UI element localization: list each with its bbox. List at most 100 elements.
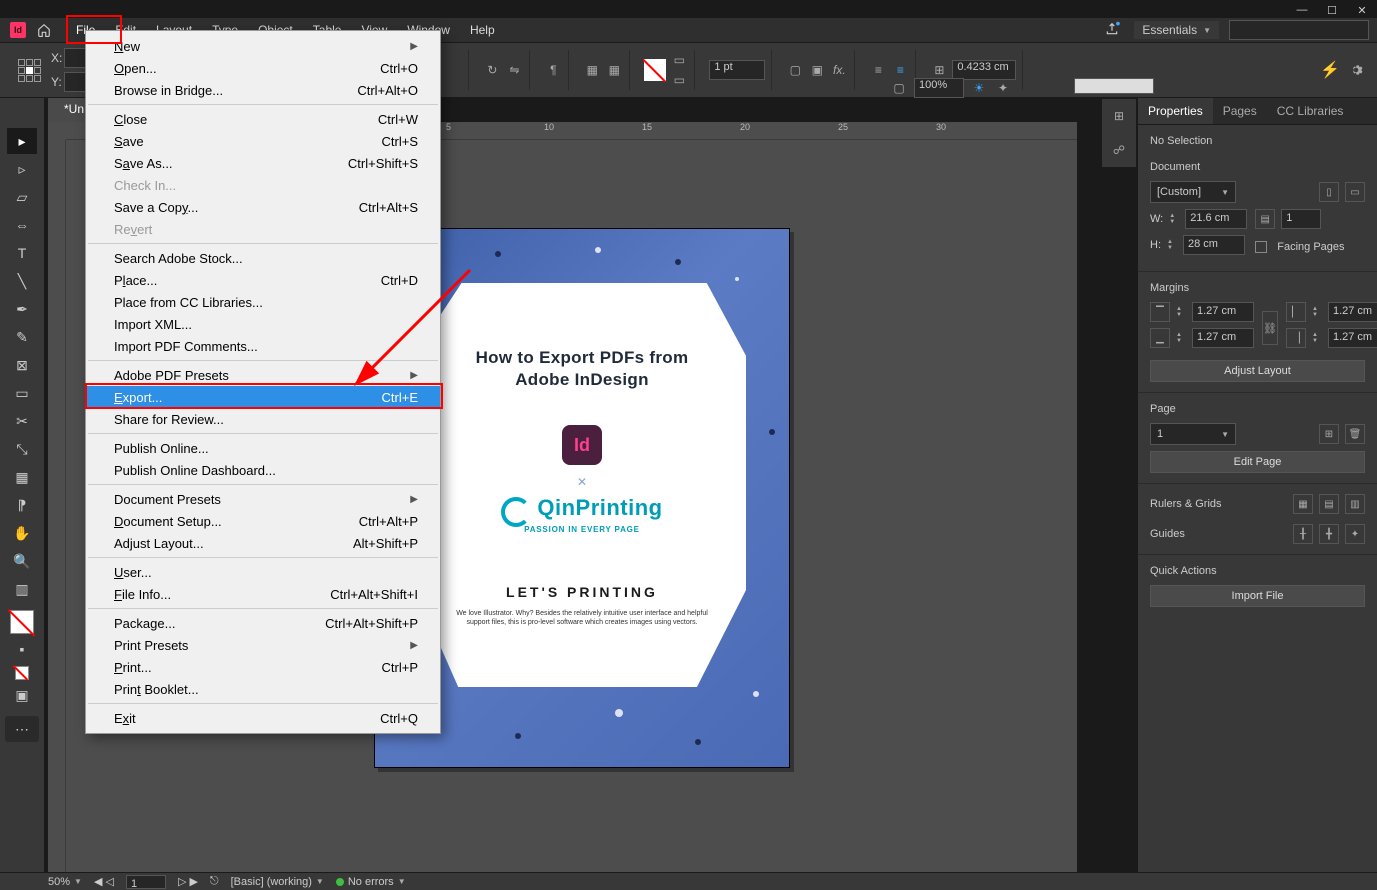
line-tool[interactable]: ╲ [7,268,37,294]
selection-tool[interactable]: ▸ [7,128,37,154]
window-maximize[interactable]: ☐ [1317,0,1347,20]
file-menu-export[interactable]: Export...Ctrl+E [86,386,440,408]
eyedropper-tool[interactable]: ⁋ [7,492,37,518]
pen-tool[interactable]: ✒ [7,296,37,322]
link-margins-icon[interactable]: ⛓ [1262,311,1278,345]
file-menu-print[interactable]: Print...Ctrl+P [86,656,440,678]
preset-dropdown[interactable]: [Custom]▼ [1150,181,1236,203]
links-icon[interactable]: ☍ [1110,141,1128,159]
share-icon[interactable]: • [1105,22,1124,39]
file-menu-save-a-copy[interactable]: Save a Copy...Ctrl+Alt+S [86,196,440,218]
file-menu-exit[interactable]: ExitCtrl+Q [86,707,440,729]
margin-right[interactable]: 1.27 cm [1328,328,1377,348]
guides-icon3[interactable]: ✦ [1345,524,1365,544]
flip-h-icon[interactable]: ⇋ [505,61,523,79]
view-mode[interactable]: ▣ [7,682,37,708]
file-menu-print-booklet[interactable]: Print Booklet... [86,678,440,700]
pages-input[interactable]: 1 [1281,209,1321,229]
rect-frame-tool[interactable]: ⊠ [7,352,37,378]
type-tool[interactable]: T [7,240,37,266]
file-menu-package[interactable]: Package...Ctrl+Alt+Shift+P [86,612,440,634]
file-menu-browse-in-bridge[interactable]: Browse in Bridge...Ctrl+Alt+O [86,79,440,101]
tab-cc-libraries[interactable]: CC Libraries [1267,98,1354,124]
stroke-weight-input[interactable]: 1 pt [709,60,765,80]
edit-tools[interactable]: ⋯ [5,716,39,742]
zoom-tool[interactable]: 🔍 [7,548,37,574]
margin-top[interactable]: 1.27 cm [1192,302,1254,322]
gear-icon[interactable] [1347,61,1365,79]
file-menu-import-pdf-comments[interactable]: Import PDF Comments... [86,335,440,357]
file-menu-document-presets[interactable]: Document Presets▶ [86,488,440,510]
file-menu-adjust-layout[interactable]: Adjust Layout...Alt+Shift+P [86,532,440,554]
scissors-tool[interactable]: ✂ [7,408,37,434]
facing-checkbox[interactable] [1255,241,1267,253]
home-icon[interactable] [34,20,54,40]
transform-tool[interactable]: ⤡ [7,436,37,462]
para-icon[interactable]: ¶ [544,61,562,79]
hand-tool[interactable]: ✋ [7,520,37,546]
apply-color[interactable]: ▪ [7,636,37,662]
guides-icon1[interactable]: ╂ [1293,524,1313,544]
orientation-landscape[interactable]: ▭ [1345,182,1365,202]
zoom-level[interactable]: 50% ▼ [48,876,82,888]
direct-select-tool[interactable]: ▹ [7,156,37,182]
tab-properties[interactable]: Properties [1138,98,1213,124]
fill-stroke-swatch[interactable] [10,610,34,634]
file-menu-adobe-pdf-presets[interactable]: Adobe PDF Presets▶ [86,364,440,386]
import-file-button[interactable]: Import File [1150,585,1365,607]
cc-libraries-icon[interactable]: ⊞ [1110,107,1128,125]
file-menu-import-xml[interactable]: Import XML... [86,313,440,335]
edit-page-button[interactable]: Edit Page [1150,451,1365,473]
page-nav[interactable]: 1 [126,875,166,889]
tab-pages[interactable]: Pages [1213,98,1267,124]
height-input[interactable]: 28 cm [1183,235,1245,255]
file-menu-new[interactable]: New▶ [86,35,440,57]
workspace-dropdown[interactable]: Essentials▼ [1134,21,1219,39]
default-fill[interactable] [15,666,29,680]
file-menu-search-adobe-stock[interactable]: Search Adobe Stock... [86,247,440,269]
pencil-tool[interactable]: ✎ [7,324,37,350]
page-number-dropdown[interactable]: 1▼ [1150,423,1236,445]
window-close[interactable]: ✕ [1347,0,1377,20]
gap-tool[interactable]: ⇔ [7,212,37,238]
delete-page-icon[interactable]: 🗑 [1345,424,1365,444]
width-input[interactable]: 21.6 cm [1185,209,1247,229]
margin-bottom[interactable]: 1.27 cm [1192,328,1254,348]
file-menu-publish-online-dashboard[interactable]: Publish Online Dashboard... [86,459,440,481]
flash-icon[interactable]: ⚡ [1321,61,1339,79]
stroke-style[interactable] [1074,78,1154,94]
file-menu-user[interactable]: User... [86,561,440,583]
opacity-input[interactable]: 100% [914,78,964,98]
open-icon[interactable]: ⎋ [210,875,219,888]
file-menu-save[interactable]: SaveCtrl+S [86,130,440,152]
fill-swatch[interactable] [644,59,666,81]
file-menu-publish-online[interactable]: Publish Online... [86,437,440,459]
color-profile[interactable]: [Basic] (working) ▼ [231,876,324,888]
file-menu-place-from-cc-libraries[interactable]: Place from CC Libraries... [86,291,440,313]
file-menu-document-setup[interactable]: Document Setup...Ctrl+Alt+P [86,510,440,532]
preflight-status[interactable]: No errors ▼ [336,876,406,888]
guides-icon2[interactable]: ╋ [1319,524,1339,544]
file-menu-place[interactable]: Place...Ctrl+D [86,269,440,291]
adjust-layout-button[interactable]: Adjust Layout [1150,360,1365,382]
offset-input[interactable]: 0.4233 cm [952,60,1016,80]
file-menu-close[interactable]: CloseCtrl+W [86,108,440,130]
rotate-icon[interactable]: ↻ [483,61,501,79]
menu-help[interactable]: Help [460,19,505,41]
orientation-portrait[interactable]: ▯ [1319,182,1339,202]
file-menu-share-for-review[interactable]: Share for Review... [86,408,440,430]
window-minimize[interactable]: — [1287,0,1317,20]
file-menu-save-as[interactable]: Save As...Ctrl+Shift+S [86,152,440,174]
new-page-icon[interactable]: ⊞ [1319,424,1339,444]
file-menu-open[interactable]: Open...Ctrl+O [86,57,440,79]
baseline-icon[interactable]: ▥ [1345,494,1365,514]
page-tool[interactable]: ▱ [7,184,37,210]
color-theme-tool[interactable]: ▥ [7,576,37,602]
rulers-icon[interactable]: ▦ [1293,494,1313,514]
search-input[interactable] [1229,20,1369,40]
file-menu-print-presets[interactable]: Print Presets▶ [86,634,440,656]
gradient-tool[interactable]: ▦ [7,464,37,490]
file-menu-file-info[interactable]: File Info...Ctrl+Alt+Shift+I [86,583,440,605]
rect-tool[interactable]: ▭ [7,380,37,406]
margin-left[interactable]: 1.27 cm [1328,302,1377,322]
